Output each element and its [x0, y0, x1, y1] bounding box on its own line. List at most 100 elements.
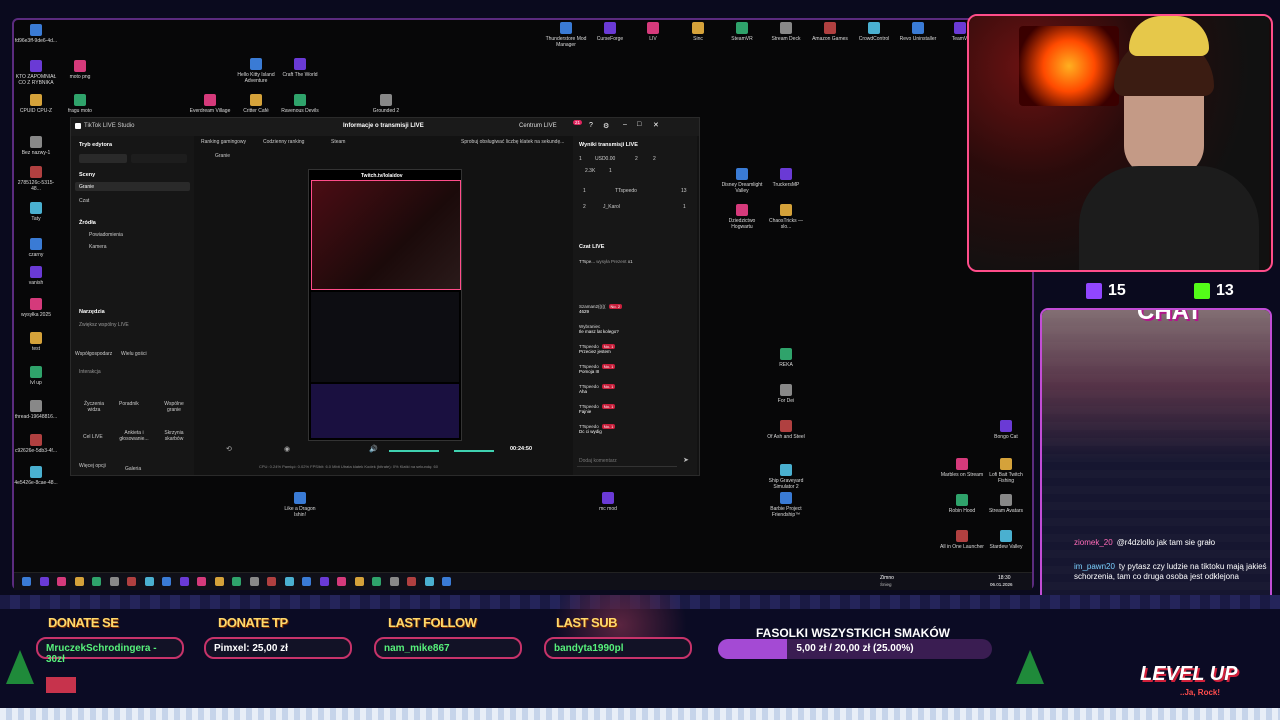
desktop-icon[interactable]: Taty — [14, 202, 58, 222]
desktop-icon[interactable]: Bongo Cat — [984, 420, 1028, 440]
desktop-icon[interactable]: Craft The World — [278, 58, 322, 78]
taskbar-app-icon[interactable] — [127, 577, 136, 586]
desktop-icon[interactable]: 2785126c-5315-48... — [14, 166, 58, 192]
desktop-icon[interactable]: ChaosTricks — slo... — [764, 204, 808, 230]
landscape-toggle[interactable] — [131, 154, 187, 163]
taskbar-app-icon[interactable] — [232, 577, 241, 586]
gift-sender[interactable]: TTspe... — [579, 259, 595, 264]
volume-slider[interactable] — [389, 450, 439, 452]
desktop-icon[interactable]: Like a Dragon Ishin! — [278, 492, 322, 518]
desktop-icon[interactable]: For Dei — [764, 384, 808, 404]
desktop-icon[interactable]: CPUID CPU-Z — [14, 94, 58, 114]
maximize-icon[interactable]: □ — [637, 121, 641, 128]
taskbar-app-icon[interactable] — [424, 577, 434, 586]
desktop-icon[interactable]: KTO ZAPOMNIAŁ CO Z RYBNIKA — [14, 60, 58, 86]
desktop-icon[interactable]: fd96e3ff-9de6-4d... — [14, 24, 58, 44]
taskbar-app-icon[interactable] — [354, 577, 364, 586]
desktop-icon[interactable]: Revo Uninstaller — [896, 22, 940, 42]
desktop-icon[interactable]: Stream Avatars — [984, 494, 1028, 514]
desktop-icon[interactable]: Stardew Valley — [984, 530, 1028, 550]
tool-multi-guest[interactable]: Wielu gości — [121, 351, 147, 357]
weather-widget[interactable]: Zimno — [880, 575, 894, 581]
desktop-icon[interactable]: Everdream Village — [188, 94, 232, 114]
desktop-icon[interactable]: thread-19648816... — [14, 400, 58, 420]
portrait-toggle[interactable] — [79, 154, 127, 163]
taskbar-app-icon[interactable] — [162, 577, 171, 586]
desktop-icon[interactable]: Stream Deck — [764, 22, 808, 42]
minimize-icon[interactable]: – — [623, 121, 627, 128]
desktop-icon[interactable]: 4e5426e-8cae-48... — [14, 466, 58, 486]
desktop-icon[interactable]: Ship Graveyard Simulator 2 — [764, 464, 808, 490]
send-icon[interactable]: ➤ — [683, 456, 689, 464]
desktop-icon[interactable]: TruckersMP — [764, 168, 808, 188]
interaction-poll[interactable]: Ankieta i głosowanie... — [117, 430, 151, 442]
interaction-gallery[interactable]: Galeria — [125, 466, 141, 472]
volume-icon[interactable]: 🔊 — [369, 445, 378, 453]
desktop-icon[interactable]: Of Ash and Steel — [764, 420, 808, 440]
desktop-icon[interactable]: czarny — [14, 238, 58, 258]
desktop-icon[interactable]: Sinc — [676, 22, 720, 42]
tab-steam[interactable]: Steam — [331, 139, 345, 145]
taskbar-app-icon[interactable] — [39, 577, 49, 586]
desktop-icon[interactable]: LIV — [631, 22, 675, 42]
undo-icon[interactable]: ⟲ — [226, 445, 232, 453]
taskbar-app-icon[interactable] — [179, 577, 189, 586]
desktop-icon[interactable]: Bez nazwy-1 — [14, 136, 58, 156]
desktop-icon[interactable]: vanish — [14, 266, 58, 286]
desktop-icon[interactable]: Disney Dreamlight Valley — [720, 168, 764, 194]
tab-daily-ranking[interactable]: Codzienny ranking — [263, 139, 304, 145]
close-icon[interactable]: ✕ — [653, 121, 659, 129]
desktop-icon[interactable]: wysyłka 2025 — [14, 298, 58, 318]
taskbar-app-icon[interactable] — [214, 577, 224, 586]
clock-time[interactable]: 18:30 — [998, 575, 1011, 581]
desktop-icon[interactable]: CrowdControl — [852, 22, 896, 42]
desktop-icon[interactable]: Amazon Games — [808, 22, 852, 42]
taskbar-app-icon[interactable] — [389, 577, 399, 586]
taskbar-app-icon[interactable] — [337, 577, 346, 586]
centrum-live-button[interactable]: Centrum LIVE — [519, 123, 557, 129]
taskbar-app-icon[interactable] — [267, 577, 276, 586]
help-icon[interactable]: ? — [589, 122, 593, 129]
clock-date[interactable]: 06.01.2026 — [990, 582, 1013, 587]
desktop-icon[interactable]: test — [14, 332, 58, 352]
desktop-icon[interactable]: c92626e-5db3-4f... — [14, 434, 58, 454]
source-entry[interactable]: Granie — [215, 153, 230, 159]
desktop-icon[interactable]: Thunderstore Mod Manager — [544, 22, 588, 48]
scene-czat[interactable]: Czat — [79, 198, 89, 204]
taskbar-app-icon[interactable] — [92, 577, 101, 586]
ranking-name[interactable]: J_Karol — [603, 204, 620, 210]
ranking-name[interactable]: TTspeedo — [615, 188, 637, 194]
desktop-icon[interactable]: Critter Café — [234, 94, 278, 114]
editor-mode-dropdown[interactable]: Tryb edytora — [79, 142, 112, 148]
desktop-icon[interactable]: Hello Kitty Island Adventure — [234, 58, 278, 84]
taskbar-app-icon[interactable] — [372, 577, 381, 586]
interaction-more[interactable]: Więcej opcji — [79, 463, 106, 469]
record-icon[interactable]: ◉ — [284, 445, 290, 453]
settings-icon[interactable]: ⚙ — [603, 122, 609, 130]
comment-input[interactable]: Dodaj komentarz — [577, 456, 677, 467]
desktop-icon[interactable]: moto png — [58, 60, 102, 80]
taskbar-app-icon[interactable] — [57, 577, 66, 586]
taskbar-app-icon[interactable] — [22, 577, 31, 586]
mic-slider[interactable] — [454, 450, 494, 452]
desktop-icon[interactable]: fragu moto — [58, 94, 102, 114]
desktop-icon[interactable]: Marbles on Stream — [940, 458, 984, 478]
taskbar-app-icon[interactable] — [284, 577, 294, 586]
desktop-icon[interactable]: CurseForge — [588, 22, 632, 42]
taskbar-app-icon[interactable] — [197, 577, 206, 586]
interaction-guide[interactable]: Poradnik — [119, 401, 139, 407]
source-powiadomienia[interactable]: Powiadomienia — [89, 232, 123, 238]
interaction-wishes[interactable]: Życzenia widza — [79, 401, 109, 413]
tab-gaming-ranking[interactable]: Ranking gamingowy — [201, 139, 246, 145]
interaction-treasure[interactable]: Skrzynia skarbów — [159, 430, 189, 442]
desktop-icon[interactable]: Ravenous Devils — [278, 94, 322, 114]
desktop-icon[interactable]: Robin Hood — [940, 494, 984, 514]
taskbar-app-icon[interactable] — [407, 577, 416, 586]
taskbar-app-icon[interactable] — [74, 577, 84, 586]
desktop-icon[interactable]: Grounded 2 — [364, 94, 408, 114]
taskbar-app-icon[interactable] — [144, 577, 154, 586]
desktop-icon[interactable]: Barbie Project Friendship™ — [764, 492, 808, 518]
desktop-icon[interactable]: lvl up — [14, 366, 58, 386]
desktop-icon[interactable]: mc mod — [586, 492, 630, 512]
interaction-cogaming[interactable]: Wspólne granie — [159, 401, 189, 413]
